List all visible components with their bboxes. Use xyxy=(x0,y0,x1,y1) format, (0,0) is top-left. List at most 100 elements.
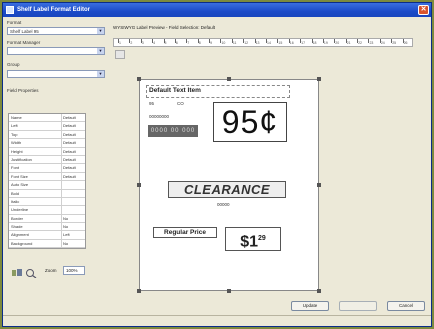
property-row[interactable]: Bold xyxy=(9,189,85,198)
ruler-number: 12 xyxy=(244,41,249,45)
property-value[interactable]: No xyxy=(63,241,68,246)
ruler-number: 16 xyxy=(289,41,294,45)
property-name: Top xyxy=(11,131,18,137)
property-value[interactable]: Default xyxy=(63,123,76,128)
preview-icon[interactable] xyxy=(25,268,37,279)
resize-handle[interactable] xyxy=(317,77,321,81)
resize-handle[interactable] xyxy=(137,289,141,293)
property-divider xyxy=(61,172,62,181)
status-bar xyxy=(3,315,431,326)
update-button[interactable]: Update xyxy=(291,301,329,311)
property-value[interactable]: Default xyxy=(63,165,76,170)
label-code[interactable]: 00000000 xyxy=(149,114,169,119)
resize-handle[interactable] xyxy=(227,289,231,293)
property-row[interactable]: Justification Default xyxy=(9,155,85,165)
resize-handle[interactable] xyxy=(137,77,141,81)
property-name: Alignment xyxy=(11,232,29,238)
resize-handle[interactable] xyxy=(227,77,231,81)
property-value[interactable]: Left xyxy=(63,232,70,237)
format-combo-value: Shelf Label 95 xyxy=(10,29,39,34)
property-value[interactable]: Default xyxy=(63,140,76,145)
property-row[interactable]: Italic xyxy=(9,197,85,207)
property-divider xyxy=(61,214,62,223)
property-name: Width xyxy=(11,140,22,146)
barcode-field[interactable]: 0000 00 000 xyxy=(148,125,198,137)
chevron-down-icon[interactable]: ▼ xyxy=(97,71,104,77)
ruler-number: 4 xyxy=(153,41,156,45)
apply-button[interactable] xyxy=(339,301,377,311)
format-combo[interactable]: Shelf Label 95 ▼ xyxy=(7,27,105,35)
property-name: Left xyxy=(11,123,18,129)
ruler-number: 9 xyxy=(210,41,213,45)
ruler-number: 22 xyxy=(358,41,362,45)
ruler-number: 6 xyxy=(175,41,178,45)
close-button[interactable]: ✕ xyxy=(418,5,429,15)
ruler-number: 11 xyxy=(232,41,237,45)
ruler-number: 8 xyxy=(198,41,201,45)
ruler-number: 23 xyxy=(369,41,374,45)
property-value[interactable]: Default xyxy=(63,132,76,137)
property-divider xyxy=(61,239,62,248)
property-row[interactable]: Border No xyxy=(9,214,85,224)
chevron-down-icon[interactable]: ▼ xyxy=(97,48,104,54)
ruler-number: 19 xyxy=(323,41,328,45)
property-row[interactable]: Font Size Default xyxy=(9,172,85,182)
property-value[interactable]: Default xyxy=(63,149,76,154)
property-value[interactable]: No xyxy=(63,216,68,221)
group-combo[interactable]: ▼ xyxy=(7,70,105,78)
price-field[interactable]: 95¢ xyxy=(213,102,287,142)
chevron-down-icon[interactable]: ▼ xyxy=(97,28,104,34)
ruler-number: 20 xyxy=(335,41,340,45)
property-row[interactable]: Width Default xyxy=(9,139,85,148)
ruler-number: 24 xyxy=(380,41,385,45)
property-value[interactable]: Default xyxy=(63,157,76,162)
regular-price-field[interactable]: $129 xyxy=(225,227,281,251)
property-row[interactable]: Font Default xyxy=(9,164,85,173)
ruler-number: 5 xyxy=(164,41,167,45)
property-value[interactable]: Default xyxy=(63,115,76,120)
property-row[interactable]: Height Default xyxy=(9,147,85,156)
property-value[interactable]: Default xyxy=(63,174,76,179)
property-row[interactable]: Left Default xyxy=(9,122,85,131)
ruler-number: 15 xyxy=(278,41,283,45)
property-divider xyxy=(61,231,62,239)
cancel-button[interactable]: Cancel xyxy=(387,301,425,311)
property-row[interactable]: Auto Size xyxy=(9,181,85,190)
property-row[interactable]: Alignment Left xyxy=(9,231,85,240)
resize-handle[interactable] xyxy=(137,183,141,187)
property-name: Font xyxy=(11,165,20,171)
property-name: Height xyxy=(11,148,23,154)
property-row[interactable]: Name Default xyxy=(9,114,85,123)
zoom-field[interactable]: 100% xyxy=(63,266,85,275)
properties-grid[interactable]: Name Default Left Default Top Default Width Def… xyxy=(8,113,86,250)
label-sub2[interactable]: CO xyxy=(177,101,184,106)
clearance-banner[interactable]: CLEARANCE xyxy=(168,181,286,198)
label-title[interactable]: Default Text Item xyxy=(149,87,201,94)
property-row[interactable]: Background No xyxy=(9,239,85,249)
regular-price-dollars: $1 xyxy=(240,233,258,251)
property-divider xyxy=(61,122,62,130)
resize-handle[interactable] xyxy=(317,289,321,293)
property-name: Underline xyxy=(11,207,29,213)
ruler-number: 18 xyxy=(312,41,317,45)
property-row[interactable]: Underline xyxy=(9,206,85,215)
property-value[interactable]: No xyxy=(63,224,68,229)
ruler-number: 1 xyxy=(119,41,121,45)
clearance-sub[interactable]: 00000 xyxy=(217,202,230,207)
regular-price-label[interactable]: Regular Price xyxy=(153,227,217,238)
label-sub1[interactable]: 95 xyxy=(149,101,154,106)
title-bar[interactable]: Shelf Label Format Editor ✕ xyxy=(3,3,431,17)
ruler-number: 10 xyxy=(221,41,226,45)
property-divider xyxy=(61,147,62,155)
resize-handle[interactable] xyxy=(317,183,321,187)
property-name: Font Size xyxy=(11,173,28,179)
property-divider xyxy=(61,164,62,172)
tools-icon[interactable] xyxy=(11,268,23,278)
property-name: Background xyxy=(11,240,33,246)
manager-combo[interactable]: ▼ xyxy=(7,47,105,55)
property-row[interactable]: Shade No xyxy=(9,223,85,232)
zoom-label: Zoom xyxy=(45,268,57,273)
property-name: Border xyxy=(11,215,24,221)
property-row[interactable]: Top Default xyxy=(9,130,85,140)
property-divider xyxy=(61,223,62,231)
